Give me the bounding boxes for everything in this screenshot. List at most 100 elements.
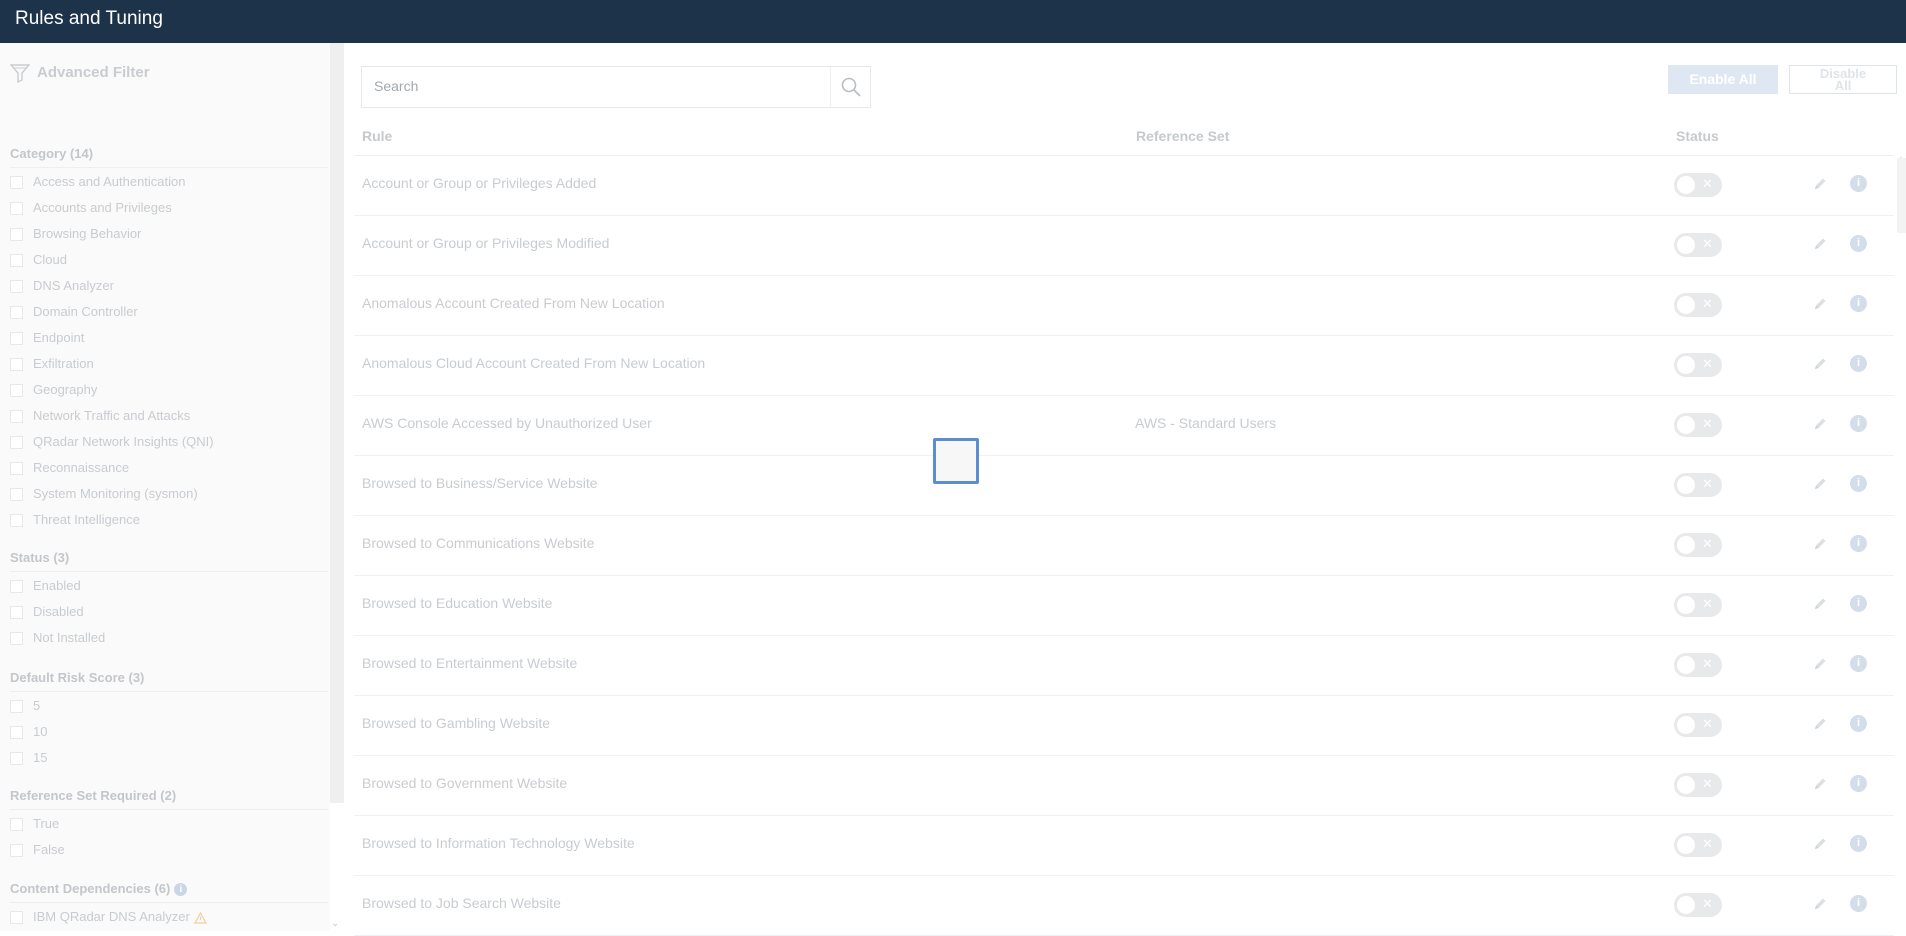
status-toggle[interactable]: ✕ xyxy=(1674,533,1722,557)
rule-name[interactable]: Browsed to Business/Service Website xyxy=(362,475,598,491)
rule-name[interactable]: Browsed to Education Website xyxy=(362,595,552,611)
status-toggle[interactable]: ✕ xyxy=(1674,293,1722,317)
status-toggle[interactable]: ✕ xyxy=(1674,593,1722,617)
info-icon[interactable]: i xyxy=(1850,475,1867,492)
filter-checkbox[interactable] xyxy=(10,606,23,619)
status-toggle[interactable]: ✕ xyxy=(1674,473,1722,497)
status-toggle[interactable]: ✕ xyxy=(1674,353,1722,377)
filter-checkbox[interactable] xyxy=(10,436,23,449)
pencil-icon[interactable] xyxy=(1812,476,1828,492)
table-row[interactable]: Anomalous Cloud Account Created From New… xyxy=(354,335,1894,396)
column-header-rule[interactable]: Rule xyxy=(362,128,392,144)
filter-checkbox[interactable] xyxy=(10,462,23,475)
status-toggle[interactable]: ✕ xyxy=(1674,833,1722,857)
filter-checkbox[interactable] xyxy=(10,844,23,857)
pencil-icon[interactable] xyxy=(1812,776,1828,792)
info-icon[interactable]: i xyxy=(1850,175,1867,192)
table-row[interactable]: Browsed to Education Website ✕ i xyxy=(354,575,1894,636)
status-toggle[interactable]: ✕ xyxy=(1674,773,1722,797)
status-toggle[interactable]: ✕ xyxy=(1674,413,1722,437)
table-scrollbar[interactable] xyxy=(1897,158,1906,233)
table-row[interactable]: AWS Console Accessed by Unauthorized Use… xyxy=(354,395,1894,456)
status-toggle[interactable]: ✕ xyxy=(1674,233,1722,257)
info-icon[interactable]: i xyxy=(1850,415,1867,432)
pencil-icon[interactable] xyxy=(1812,416,1828,432)
filter-checkbox[interactable] xyxy=(10,700,23,713)
rule-name[interactable]: Anomalous Account Created From New Locat… xyxy=(362,295,665,311)
sidebar-scroll-down-icon[interactable]: ⌄ xyxy=(331,918,339,929)
filter-checkbox[interactable] xyxy=(10,488,23,501)
filter-checkbox[interactable] xyxy=(10,726,23,739)
filter-checkbox[interactable] xyxy=(10,280,23,293)
filter-checkbox[interactable] xyxy=(10,358,23,371)
filter-checkbox[interactable] xyxy=(10,632,23,645)
pencil-icon[interactable] xyxy=(1812,536,1828,552)
info-icon[interactable]: i xyxy=(1850,235,1867,252)
rule-name[interactable]: Browsed to Gambling Website xyxy=(362,715,550,731)
table-row[interactable]: Account or Group or Privileges Modified ✕… xyxy=(354,215,1894,276)
table-row[interactable]: Browsed to Communications Website ✕ i xyxy=(354,515,1894,576)
rule-name[interactable]: Browsed to Entertainment Website xyxy=(362,655,577,671)
table-row[interactable]: Account or Group or Privileges Added ✕ i xyxy=(354,155,1894,216)
filter-checkbox[interactable] xyxy=(10,384,23,397)
pencil-icon[interactable] xyxy=(1812,596,1828,612)
filter-checkbox[interactable] xyxy=(10,514,23,527)
filter-checkbox[interactable] xyxy=(10,818,23,831)
info-icon[interactable]: i xyxy=(1850,655,1867,672)
column-header-status[interactable]: Status xyxy=(1676,128,1719,144)
pencil-icon[interactable] xyxy=(1812,716,1828,732)
table-row[interactable]: Browsed to Information Technology Websit… xyxy=(354,815,1894,876)
info-icon[interactable]: i xyxy=(1850,355,1867,372)
info-icon[interactable]: i xyxy=(1850,895,1867,912)
rule-name[interactable]: Anomalous Cloud Account Created From New… xyxy=(362,355,705,371)
filter-checkbox[interactable] xyxy=(10,332,23,345)
rule-name[interactable]: Browsed to Job Search Website xyxy=(362,895,561,911)
filter-checkbox[interactable] xyxy=(10,202,23,215)
status-toggle[interactable]: ✕ xyxy=(1674,653,1722,677)
status-toggle[interactable]: ✕ xyxy=(1674,713,1722,737)
disable-all-button[interactable]: Disable All xyxy=(1789,65,1897,94)
status-toggle[interactable]: ✕ xyxy=(1674,173,1722,197)
info-icon[interactable]: i xyxy=(1850,835,1867,852)
sidebar-scrollbar[interactable] xyxy=(330,43,344,803)
table-row[interactable]: Browsed to Business/Service Website ✕ i xyxy=(354,455,1894,516)
info-icon[interactable]: i xyxy=(1850,535,1867,552)
rule-name[interactable]: Browsed to Information Technology Websit… xyxy=(362,835,635,851)
info-icon[interactable]: i xyxy=(1850,775,1867,792)
info-icon[interactable]: i xyxy=(1850,715,1867,732)
table-row[interactable]: Anomalous Account Created From New Locat… xyxy=(354,275,1894,336)
filter-checkbox[interactable] xyxy=(10,254,23,267)
search-input[interactable]: Search xyxy=(361,66,871,108)
info-icon[interactable]: i xyxy=(1850,295,1867,312)
table-row[interactable]: Browsed to Entertainment Website ✕ i xyxy=(354,635,1894,696)
filter-checkbox[interactable] xyxy=(10,228,23,241)
content-dependencies-info-icon[interactable]: i xyxy=(174,883,188,897)
filter-checkbox[interactable] xyxy=(10,410,23,423)
pencil-icon[interactable] xyxy=(1812,296,1828,312)
search-icon[interactable] xyxy=(840,76,862,98)
table-row[interactable]: Browsed to Job Search Website ✕ i xyxy=(354,875,1894,936)
filter-checkbox[interactable] xyxy=(10,306,23,319)
table-row[interactable]: Browsed to Government Website ✕ i xyxy=(354,755,1894,816)
pencil-icon[interactable] xyxy=(1812,236,1828,252)
info-icon[interactable]: i xyxy=(1850,595,1867,612)
pencil-icon[interactable] xyxy=(1812,656,1828,672)
rule-name[interactable]: Account or Group or Privileges Added xyxy=(362,175,596,191)
rule-name[interactable]: Browsed to Government Website xyxy=(362,775,567,791)
rule-name[interactable]: Browsed to Communications Website xyxy=(362,535,594,551)
rule-name[interactable]: AWS Console Accessed by Unauthorized Use… xyxy=(362,415,652,431)
filter-checkbox[interactable] xyxy=(10,176,23,189)
table-row[interactable]: Browsed to Gambling Website ✕ i xyxy=(354,695,1894,756)
column-header-reference-set[interactable]: Reference Set xyxy=(1136,128,1229,144)
pencil-icon[interactable] xyxy=(1812,896,1828,912)
rule-name[interactable]: Account or Group or Privileges Modified xyxy=(362,235,609,251)
filter-icon xyxy=(10,64,30,83)
status-toggle[interactable]: ✕ xyxy=(1674,893,1722,917)
enable-all-button[interactable]: Enable All xyxy=(1668,65,1778,94)
filter-checkbox[interactable] xyxy=(10,911,23,924)
pencil-icon[interactable] xyxy=(1812,836,1828,852)
pencil-icon[interactable] xyxy=(1812,356,1828,372)
filter-checkbox[interactable] xyxy=(10,580,23,593)
filter-checkbox[interactable] xyxy=(10,752,23,765)
pencil-icon[interactable] xyxy=(1812,176,1828,192)
